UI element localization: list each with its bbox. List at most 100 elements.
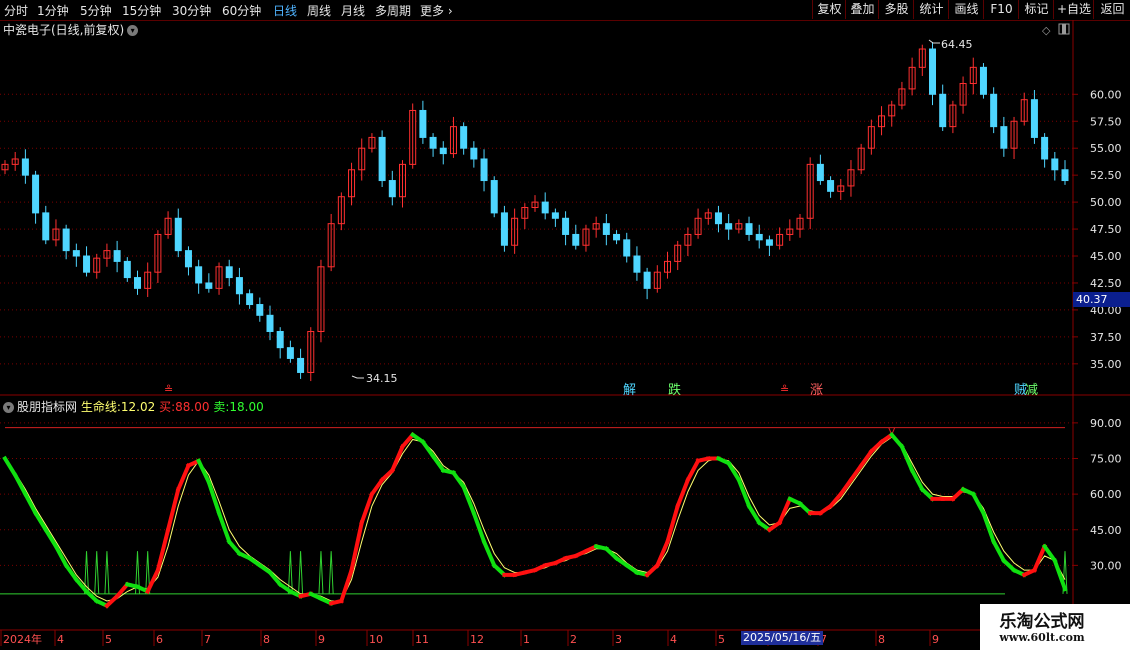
candle [929,42,936,106]
candle-body [1030,99,1038,138]
indicator-tick-label: 75.00 [1090,453,1122,466]
candle [714,205,722,233]
candle-body [480,158,488,182]
candle-body [246,293,254,306]
candle-body [500,212,508,246]
indicator-title[interactable]: ▾ 股朋指标网 生命线:12.02 买:88.00 卖:18.00 [3,398,264,415]
lifeline-segment [399,431,416,450]
candle [337,192,345,231]
time-label: 11 [415,633,429,646]
candle [348,162,356,206]
candle [378,130,386,188]
lifeline-segment [685,458,701,483]
time-label: 4 [670,633,677,646]
candle [52,219,60,247]
candle [623,232,631,263]
candle-body [388,180,396,198]
time-label: 7 [204,633,211,646]
candle [959,76,967,114]
candle [429,133,437,157]
lifeline-segment [481,538,497,569]
chevron-down-icon[interactable]: ▾ [3,402,14,413]
lifeline-segment [450,469,467,490]
candle [317,259,325,343]
chart-canvas[interactable]: 60.00 57.50 55.00 52.50 50.00 47.50 45.00 42.50… [0,0,1130,650]
candle-body [613,233,621,241]
candle-body [745,223,753,235]
time-label: 2024年 [3,632,42,646]
signal-marks: ≗ 解 跌 ≗ 涨 贼 减 [164,382,1038,398]
candle-body [1061,169,1069,182]
candle [490,176,498,218]
candle [613,230,621,245]
candle [816,154,824,185]
price-tick-label: 47.50 [1090,223,1122,236]
indicator-tick-label: 90.00 [1090,417,1122,430]
candle [62,224,70,260]
diamond-icon[interactable]: ◇ [1042,24,1051,37]
candle [531,195,539,212]
watermark-url: www.60lt.com [999,631,1085,644]
candle-body [123,260,131,279]
candle [1061,160,1069,185]
candle-body [1000,126,1008,149]
candle [653,265,661,293]
candle [969,57,977,95]
lifeline-segment [675,477,691,509]
candle-body [816,163,824,182]
candle-body [134,277,141,289]
candle [470,141,478,168]
candle-body [205,282,213,289]
lifeline-segment [32,510,49,533]
candle [388,170,396,206]
lifeline-segment [990,538,1007,564]
candle [123,257,131,282]
low-price-label: 34.15 [366,372,398,385]
candle [235,267,243,305]
candle [11,151,19,171]
candle [602,213,610,246]
candle-body [827,180,835,192]
candle [806,157,814,230]
candle [776,227,784,250]
candle-body [184,250,192,268]
candle [990,87,998,134]
candle-body [439,147,447,155]
candle-body [470,147,478,160]
lifeline-segment [420,439,436,459]
candle [786,219,794,241]
candle [215,262,223,295]
price-tick-label: 52.50 [1090,169,1122,182]
candle [225,259,233,287]
candle-body [256,304,264,316]
watermark-title: 乐淘公式网 [999,612,1085,632]
time-label: 12 [470,633,484,646]
candle [449,116,457,158]
price-tick-label: 50.00 [1090,196,1122,209]
candle [368,133,376,153]
lifeline-segment [899,443,915,474]
indicator-tick-label: 45.00 [1090,524,1122,537]
candle-body [429,136,437,149]
candle [908,57,916,96]
candle-body [939,93,947,128]
candle-body [714,212,722,225]
candle [521,203,529,230]
candle-body [195,266,203,284]
candle [409,103,417,169]
lifeline-label: 生命线: [80,400,121,414]
candle [358,138,366,181]
time-label: 8 [878,633,885,646]
indicator-name: 股朋指标网 [17,400,78,414]
time-label: 2 [570,633,577,646]
candle-body [602,223,610,235]
candle [256,297,264,322]
lifeline-segment [175,462,192,493]
candle-body [1051,158,1059,171]
candle [83,246,91,277]
lifeline-segment [2,455,18,478]
candle [837,178,845,200]
candle [419,100,427,144]
candle [582,224,590,252]
lifeline-segment [216,510,232,545]
